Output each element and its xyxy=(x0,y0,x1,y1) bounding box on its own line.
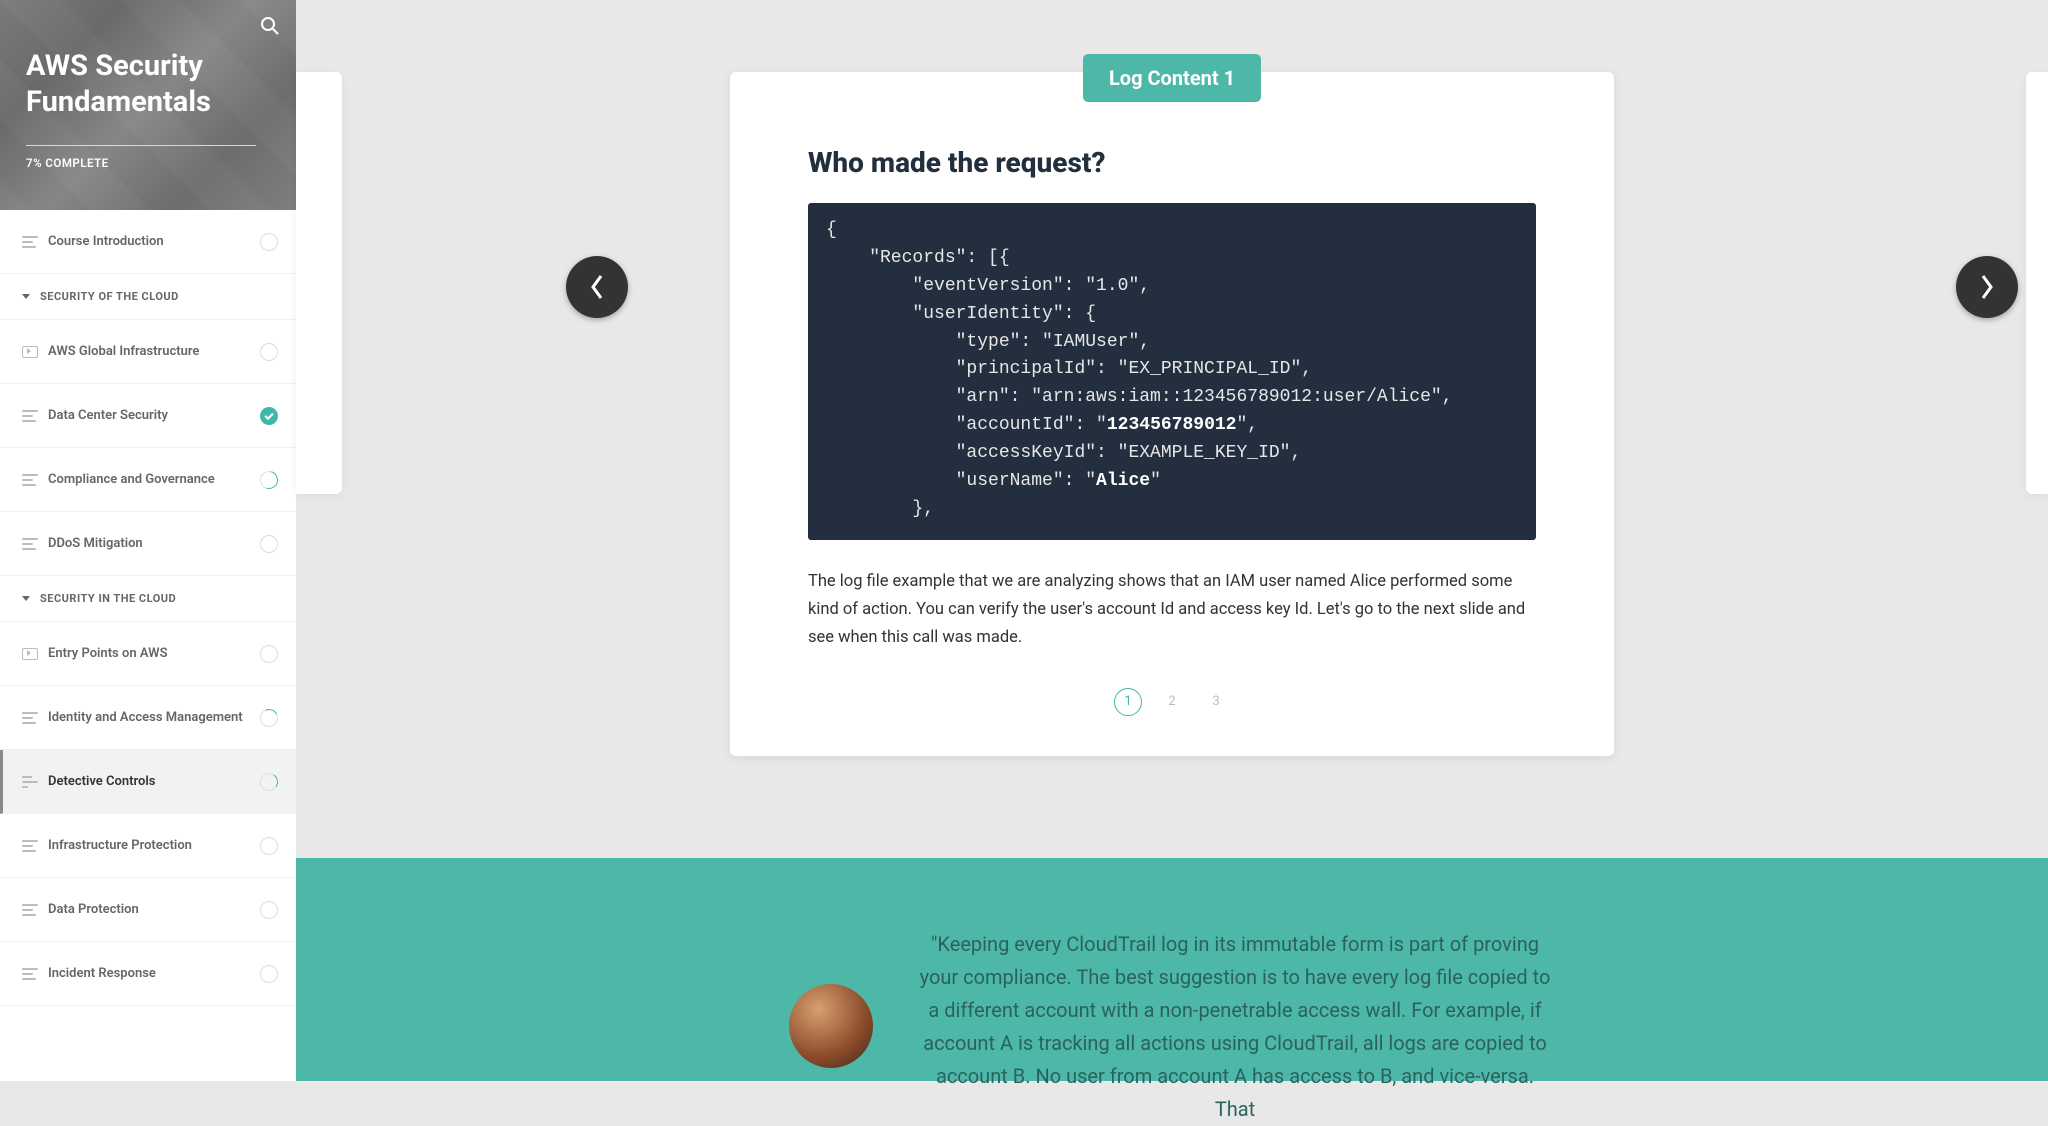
next-slide-button[interactable] xyxy=(1956,256,2018,318)
text-lesson-icon xyxy=(22,236,38,248)
status-indicator xyxy=(259,771,280,792)
status-indicator xyxy=(260,535,278,553)
nav-item-label: Data Center Security xyxy=(48,408,260,423)
status-indicator xyxy=(260,901,278,919)
card-tag: Log Content 1 xyxy=(1083,54,1261,102)
nav-item[interactable]: Course Introduction xyxy=(0,210,296,274)
text-lesson-icon xyxy=(22,712,38,724)
search-icon[interactable] xyxy=(260,16,280,40)
nav-item-label: Entry Points on AWS xyxy=(48,646,260,661)
page-dot[interactable]: 3 xyxy=(1202,688,1230,716)
text-lesson-icon xyxy=(22,538,38,550)
text-lesson-icon xyxy=(22,410,38,422)
caret-down-icon xyxy=(22,596,30,601)
status-indicator xyxy=(260,343,278,361)
nav-item-label: Detective Controls xyxy=(48,774,260,789)
nav-item-label: Incident Response xyxy=(48,966,260,981)
nav-section-header: SECURITY IN THE CLOUD xyxy=(0,576,296,622)
nav-item[interactable]: Data Center Security xyxy=(0,384,296,448)
status-indicator xyxy=(260,965,278,983)
main-content: Log Content 1 Who made the request? { "R… xyxy=(296,0,2048,1081)
text-lesson-icon xyxy=(22,474,38,486)
video-icon xyxy=(22,648,38,660)
sidebar: AWS Security Fundamentals 7% COMPLETE Co… xyxy=(0,0,296,1081)
text-lesson-icon xyxy=(22,840,38,852)
card-paragraph: The log file example that we are analyzi… xyxy=(808,568,1536,652)
nav-item[interactable]: Data Protection xyxy=(0,878,296,942)
progress-rule xyxy=(26,145,256,146)
author-avatar xyxy=(789,984,873,1068)
nav-item[interactable]: Identity and Access Management xyxy=(0,686,296,750)
card-heading: Who made the request? xyxy=(808,146,1536,179)
nav-item[interactable]: Infrastructure Protection xyxy=(0,814,296,878)
nav-item-label: AWS Global Infrastructure xyxy=(48,344,260,359)
caret-down-icon xyxy=(22,294,30,299)
text-lesson-icon xyxy=(22,968,38,980)
status-indicator xyxy=(257,467,282,492)
nav-section-label: SECURITY IN THE CLOUD xyxy=(40,592,176,605)
status-indicator xyxy=(260,233,278,251)
nav-item-label: Infrastructure Protection xyxy=(48,838,260,853)
nav-item[interactable]: Detective Controls xyxy=(0,750,296,814)
next-card-peek xyxy=(2026,72,2048,494)
nav-section-header: SECURITY OF THE CLOUD xyxy=(0,274,296,320)
nav-section-label: SECURITY OF THE CLOUD xyxy=(40,290,179,303)
prev-slide-button[interactable] xyxy=(566,256,628,318)
nav-item[interactable]: DDoS Mitigation xyxy=(0,512,296,576)
nav-item[interactable]: Entry Points on AWS xyxy=(0,622,296,686)
nav-item-label: Data Protection xyxy=(48,902,260,917)
nav-item[interactable]: Compliance and Governance xyxy=(0,448,296,512)
quote-section: "Keeping every CloudTrail log in its imm… xyxy=(296,858,2048,1081)
page-dot[interactable]: 1 xyxy=(1114,688,1142,716)
text-lesson-icon xyxy=(22,904,38,916)
nav-item-label: DDoS Mitigation xyxy=(48,536,260,551)
status-indicator xyxy=(260,407,278,425)
page-dot[interactable]: 2 xyxy=(1158,688,1186,716)
sidebar-header: AWS Security Fundamentals 7% COMPLETE xyxy=(0,0,296,210)
course-title: AWS Security Fundamentals xyxy=(26,48,270,121)
status-indicator xyxy=(260,837,278,855)
video-icon xyxy=(22,346,38,358)
course-nav: Course Introduction SECURITY OF THE CLOUD… xyxy=(0,210,296,1006)
nav-item-label: Compliance and Governance xyxy=(48,472,260,487)
code-block: { "Records": [{ "eventVersion": "1.0", "… xyxy=(808,203,1536,540)
text-lesson-icon xyxy=(22,776,38,788)
status-indicator xyxy=(260,645,278,663)
quote-text: "Keeping every CloudTrail log in its imm… xyxy=(915,928,1555,1126)
prev-card-peek xyxy=(296,72,342,494)
status-indicator xyxy=(257,706,280,729)
nav-item[interactable]: AWS Global Infrastructure xyxy=(0,320,296,384)
nav-item-label: Identity and Access Management xyxy=(48,710,260,725)
nav-item-label: Course Introduction xyxy=(48,234,260,249)
content-card: Log Content 1 Who made the request? { "R… xyxy=(730,72,1614,756)
nav-item[interactable]: Incident Response xyxy=(0,942,296,1006)
pagination: 123 xyxy=(808,688,1536,716)
progress-label: 7% COMPLETE xyxy=(26,156,270,170)
